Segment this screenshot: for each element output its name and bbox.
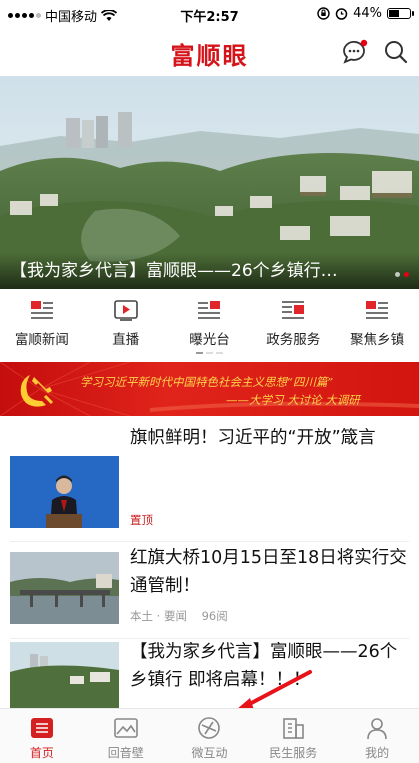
banner-dot-active bbox=[404, 272, 409, 277]
town-focus-icon bbox=[366, 301, 389, 319]
category-town-focus[interactable]: 聚焦乡镇 bbox=[335, 290, 419, 354]
category-fushun-news[interactable]: 富顺新闻 bbox=[0, 290, 84, 354]
tab-home[interactable]: 首页 bbox=[0, 709, 84, 763]
user-icon bbox=[367, 718, 387, 740]
news-tag-pinned: 置顶 bbox=[130, 513, 153, 527]
tab-interaction[interactable]: 微互动 bbox=[168, 709, 252, 763]
banner-caption: 【我为家乡代言】富顺眼——26个乡镇行… bbox=[10, 261, 338, 281]
category-label: 富顺新闻 bbox=[14, 332, 69, 348]
category-government[interactable]: 政务服务 bbox=[251, 290, 335, 354]
divider bbox=[10, 541, 409, 542]
tab-echo-wall[interactable]: 回音壁 bbox=[84, 709, 168, 763]
image-wall-icon bbox=[113, 718, 138, 738]
home-icon bbox=[30, 718, 53, 738]
category-pager bbox=[0, 352, 419, 354]
party-emblem-icon bbox=[20, 375, 54, 407]
app-header: 富顺眼 bbox=[0, 28, 419, 74]
promo-line1: 学习习近平新时代中国特色社会主义思想“四川篇” bbox=[80, 375, 334, 389]
news-thumbnail bbox=[10, 456, 119, 528]
tab-label: 我的 bbox=[365, 746, 390, 760]
category-nav: 富顺新闻 直播 曝光台 政务服务 聚焦乡镇 bbox=[0, 290, 419, 354]
battery-icon bbox=[387, 8, 414, 19]
category-live[interactable]: 直播 bbox=[84, 290, 168, 354]
tab-livelihood[interactable]: 民生服务 bbox=[251, 709, 335, 763]
exposure-icon bbox=[198, 301, 221, 319]
banner-dot bbox=[395, 272, 400, 277]
tab-label: 回音壁 bbox=[107, 746, 144, 760]
news-source: 本土 · 要闻 bbox=[130, 609, 187, 623]
news-item[interactable]: 【我为家乡代言】富顺眼——26个乡镇行 即将启幕！！！ bbox=[0, 638, 419, 708]
promo-banner[interactable]: 学习习近平新时代中国特色社会主义思想“四川篇” ——大学习 大讨论 大调研 bbox=[0, 362, 419, 416]
interaction-icon bbox=[198, 717, 221, 739]
status-bar: 中国移动 下午2:57 44% bbox=[0, 0, 419, 28]
news-icon bbox=[30, 301, 53, 319]
bottom-tab-bar: 首页 回音壁 微互动 民生服务 我的 bbox=[0, 708, 419, 763]
tab-label: 微互动 bbox=[191, 746, 228, 760]
news-thumbnail bbox=[10, 642, 119, 708]
tab-mine[interactable]: 我的 bbox=[335, 709, 419, 763]
category-label: 政务服务 bbox=[266, 332, 321, 348]
banner-dots bbox=[395, 272, 409, 277]
government-icon bbox=[282, 301, 305, 319]
category-label: 曝光台 bbox=[189, 332, 230, 348]
alarm-icon bbox=[335, 8, 348, 20]
building-icon bbox=[283, 718, 305, 739]
news-title: 红旗大桥10月15日至18日将实行交通管制！ bbox=[130, 548, 407, 596]
search-icon[interactable] bbox=[381, 37, 411, 67]
news-item[interactable]: 红旗大桥10月15日至18日将实行交通管制！ 本土 · 要闻 96阅 bbox=[0, 544, 419, 639]
chat-bubble-icon[interactable] bbox=[339, 37, 369, 67]
category-exposure[interactable]: 曝光台 bbox=[168, 290, 252, 354]
battery-level bbox=[389, 10, 399, 17]
tab-label: 首页 bbox=[29, 746, 54, 760]
news-meta: 本土 · 要闻 96阅 bbox=[130, 608, 228, 624]
video-play-icon bbox=[113, 300, 138, 321]
status-right: 44% bbox=[317, 6, 414, 21]
rotation-lock-icon bbox=[317, 7, 330, 20]
hero-banner[interactable]: 【我为家乡代言】富顺眼——26个乡镇行… bbox=[0, 76, 419, 289]
category-label: 聚焦乡镇 bbox=[350, 332, 405, 348]
news-title: 旗帜鲜明！习近平的“开放”箴言 bbox=[130, 428, 376, 448]
battery-percent: 44% bbox=[353, 6, 382, 21]
news-views: 96阅 bbox=[201, 609, 228, 623]
news-meta: 置顶 bbox=[130, 512, 153, 528]
tab-label: 民生服务 bbox=[269, 746, 318, 760]
news-item[interactable]: 旗帜鲜明！习近平的“开放”箴言 置顶 bbox=[0, 426, 419, 544]
news-thumbnail bbox=[10, 552, 119, 624]
promo-line2: ——大学习 大讨论 大调研 bbox=[226, 393, 360, 407]
category-label: 直播 bbox=[112, 332, 140, 348]
